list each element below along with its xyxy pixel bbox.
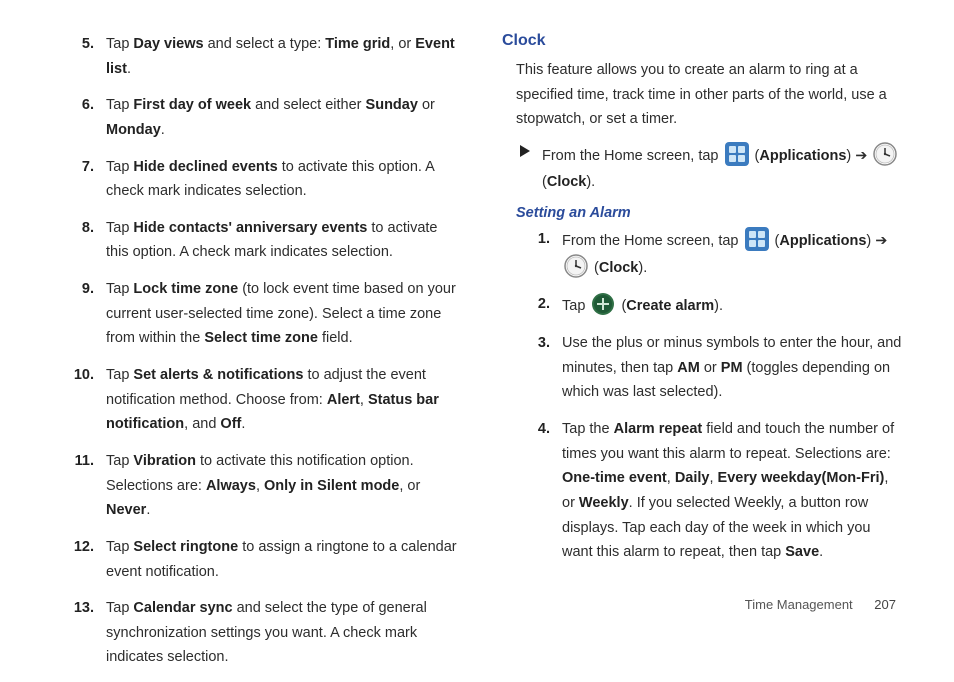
bold-term: Calendar sync: [133, 600, 232, 616]
step-body: Use the plus or minus symbols to enter t…: [562, 331, 904, 405]
bold-term: Monday: [106, 122, 161, 138]
step-number: 8.: [60, 216, 106, 241]
step-item: 5.Tap Day views and select a type: Time …: [60, 32, 462, 81]
bold-term: AM: [677, 360, 700, 376]
heading-setting-alarm: Setting an Alarm: [516, 205, 904, 221]
create-alarm-icon: [591, 292, 615, 316]
step-number: 5.: [60, 32, 106, 57]
step-body: Tap Select ringtone to assign a ringtone…: [106, 535, 462, 584]
step-body: From the Home screen, tap (Applications)…: [562, 227, 904, 280]
clock-icon: [873, 142, 897, 166]
step-body: Tap First day of week and select either …: [106, 93, 462, 142]
calendar-settings-steps: 5.Tap Day views and select a type: Time …: [60, 32, 462, 670]
step-item: 11.Tap Vibration to activate this notifi…: [60, 449, 462, 523]
bold-term: Select time zone: [204, 330, 318, 346]
step-body: Tap Hide contacts' anniversary events to…: [106, 216, 462, 265]
step-item: 1.From the Home screen, tap (Application…: [516, 227, 904, 280]
step-body: Tap Set alerts & notifications to adjust…: [106, 363, 462, 437]
bold-term: Sunday: [366, 97, 418, 113]
page-footer: Time Management 207: [745, 597, 896, 612]
clock-nav-bullet: From the Home screen, tap (Applications)…: [520, 142, 904, 195]
triangle-bullet-icon: [520, 142, 542, 157]
step-item: 7.Tap Hide declined events to activate t…: [60, 155, 462, 204]
step-item: 9.Tap Lock time zone (to lock event time…: [60, 277, 462, 351]
bold-term: One-time event: [562, 470, 667, 486]
bold-term: Set alerts & notifications: [133, 367, 303, 383]
bold-term: Only in Silent mode: [264, 478, 399, 494]
columns: 5.Tap Day views and select a type: Time …: [60, 32, 904, 682]
bold-term: Alarm repeat: [614, 421, 703, 437]
bold-term: Clock: [547, 174, 587, 190]
step-body: Tap Day views and select a type: Time gr…: [106, 32, 462, 81]
footer-section: Time Management: [745, 597, 853, 612]
bold-term: First day of week: [133, 97, 251, 113]
step-body: Tap Vibration to activate this notificat…: [106, 449, 462, 523]
bold-term: Clock: [599, 260, 639, 276]
bold-term: Hide declined events: [133, 159, 277, 175]
step-number: 12.: [60, 535, 106, 560]
step-number: 11.: [60, 449, 106, 474]
step-item: 12.Tap Select ringtone to assign a ringt…: [60, 535, 462, 584]
step-body: Tap Calendar sync and select the type of…: [106, 596, 462, 670]
step-item: 10.Tap Set alerts & notifications to adj…: [60, 363, 462, 437]
bold-term: Hide contacts' anniversary events: [133, 220, 367, 236]
bold-term: Applications: [779, 233, 866, 249]
applications-icon: [745, 227, 769, 251]
bold-term: Save: [785, 544, 819, 560]
alarm-setup-steps: 1.From the Home screen, tap (Application…: [516, 227, 904, 565]
bold-term: Weekly: [579, 495, 629, 511]
bold-term: Alert: [327, 392, 360, 408]
heading-clock: Clock: [502, 32, 904, 50]
step-number: 7.: [60, 155, 106, 180]
step-body: Tap the Alarm repeat field and touch the…: [562, 417, 904, 565]
step-number: 9.: [60, 277, 106, 302]
bold-term: Applications: [759, 148, 846, 164]
bold-term: Day views: [133, 36, 203, 52]
bold-term: Never: [106, 502, 146, 518]
step-number: 1.: [516, 227, 562, 252]
step-body: Tap Lock time zone (to lock event time b…: [106, 277, 462, 351]
step-number: 13.: [60, 596, 106, 621]
step-item: 13.Tap Calendar sync and select the type…: [60, 596, 462, 670]
right-column: Clock This feature allows you to create …: [502, 32, 904, 682]
footer-page-number: 207: [874, 597, 896, 612]
bold-term: Time grid: [325, 36, 390, 52]
step-item: 8.Tap Hide contacts' anniversary events …: [60, 216, 462, 265]
applications-icon: [725, 142, 749, 166]
step-body: Tap (Create alarm).: [562, 292, 904, 319]
step-number: 6.: [60, 93, 106, 118]
bold-term: PM: [721, 360, 743, 376]
clock-icon: [564, 254, 588, 278]
clock-intro: This feature allows you to create an ala…: [516, 58, 904, 132]
bold-term: Create alarm: [626, 298, 714, 314]
bullet-text: From the Home screen, tap (Applications)…: [542, 142, 904, 195]
step-item: 6.Tap First day of week and select eithe…: [60, 93, 462, 142]
bold-term: Select ringtone: [133, 539, 238, 555]
bold-term: Always: [206, 478, 256, 494]
bold-term: Off: [220, 416, 241, 432]
manual-page: 5.Tap Day views and select a type: Time …: [0, 0, 954, 636]
left-column: 5.Tap Day views and select a type: Time …: [60, 32, 462, 682]
step-item: 3.Use the plus or minus symbols to enter…: [516, 331, 904, 405]
step-number: 2.: [516, 292, 562, 317]
step-item: 4.Tap the Alarm repeat field and touch t…: [516, 417, 904, 565]
bold-term: Lock time zone: [133, 281, 238, 297]
bold-term: Status bar notification: [106, 392, 439, 433]
step-number: 4.: [516, 417, 562, 442]
step-number: 3.: [516, 331, 562, 356]
bold-term: Daily: [675, 470, 710, 486]
bold-term: Vibration: [133, 453, 196, 469]
bold-term: Every weekday(Mon-Fri): [718, 470, 885, 486]
step-body: Tap Hide declined events to activate thi…: [106, 155, 462, 204]
step-number: 10.: [60, 363, 106, 388]
step-item: 2.Tap (Create alarm).: [516, 292, 904, 319]
